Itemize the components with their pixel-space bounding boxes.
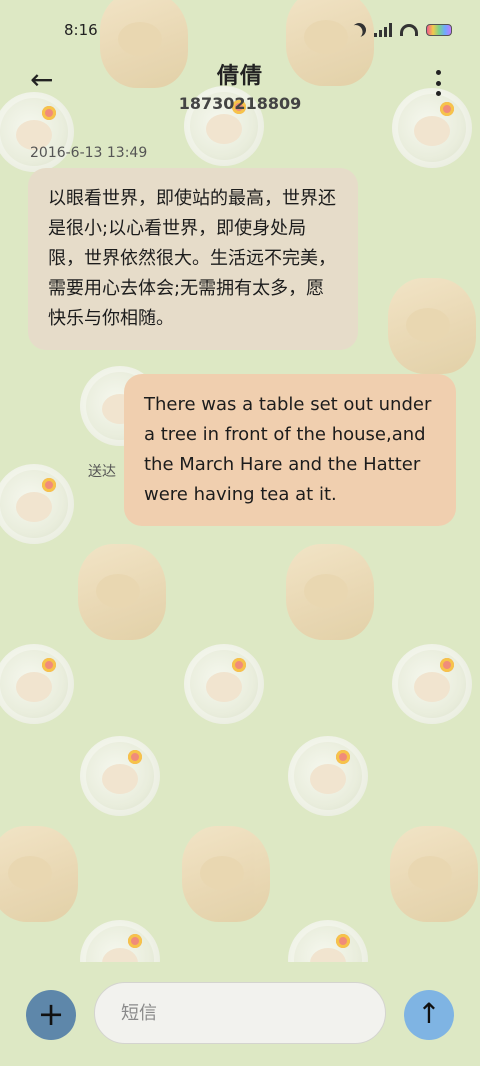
back-arrow-icon[interactable]: ← xyxy=(30,66,62,98)
pointing-hand-sticker xyxy=(0,826,78,922)
status-time: 8:16 xyxy=(64,21,98,39)
contact-name: 倩倩 xyxy=(216,64,263,89)
pointing-hand-sticker xyxy=(388,278,476,374)
outgoing-message-bubble[interactable]: There was a table set out under a tree i… xyxy=(124,374,456,526)
sheep-sticker xyxy=(392,644,472,724)
contact-title: 倩倩 18730218809 xyxy=(0,58,480,113)
sheep-sticker xyxy=(0,644,74,724)
conversation-header: ← 倩倩 18730218809 xyxy=(0,52,480,116)
incoming-message-bubble[interactable]: 以眼看世界，即使站的最高，世界还是很小;以心看世界，即使身处局限，世界依然很大。… xyxy=(28,168,358,350)
wifi-icon xyxy=(400,24,418,36)
sheep-sticker xyxy=(184,644,264,724)
add-attachment-button[interactable]: + xyxy=(26,990,76,1040)
status-bar: 8:16 xyxy=(0,0,480,60)
sheep-sticker xyxy=(80,736,160,816)
contact-number: 18730218809 xyxy=(178,94,302,113)
pointing-hand-sticker xyxy=(390,826,478,922)
status-icons xyxy=(352,23,452,37)
message-timestamp: 2016-6-13 13:49 xyxy=(30,145,148,161)
moon-icon xyxy=(349,20,368,39)
sheep-sticker xyxy=(0,464,74,544)
delivery-status: 送达 xyxy=(88,464,116,480)
message-composer: + ↑ xyxy=(0,962,480,1066)
send-button[interactable]: ↑ xyxy=(404,990,454,1040)
pointing-hand-sticker xyxy=(286,544,374,640)
sheep-sticker xyxy=(288,736,368,816)
signal-icon xyxy=(374,23,392,37)
battery-icon xyxy=(426,24,452,36)
pointing-hand-sticker xyxy=(78,544,166,640)
sms-input[interactable] xyxy=(94,982,386,1044)
pointing-hand-sticker xyxy=(182,826,270,922)
more-vertical-icon[interactable] xyxy=(432,70,444,96)
